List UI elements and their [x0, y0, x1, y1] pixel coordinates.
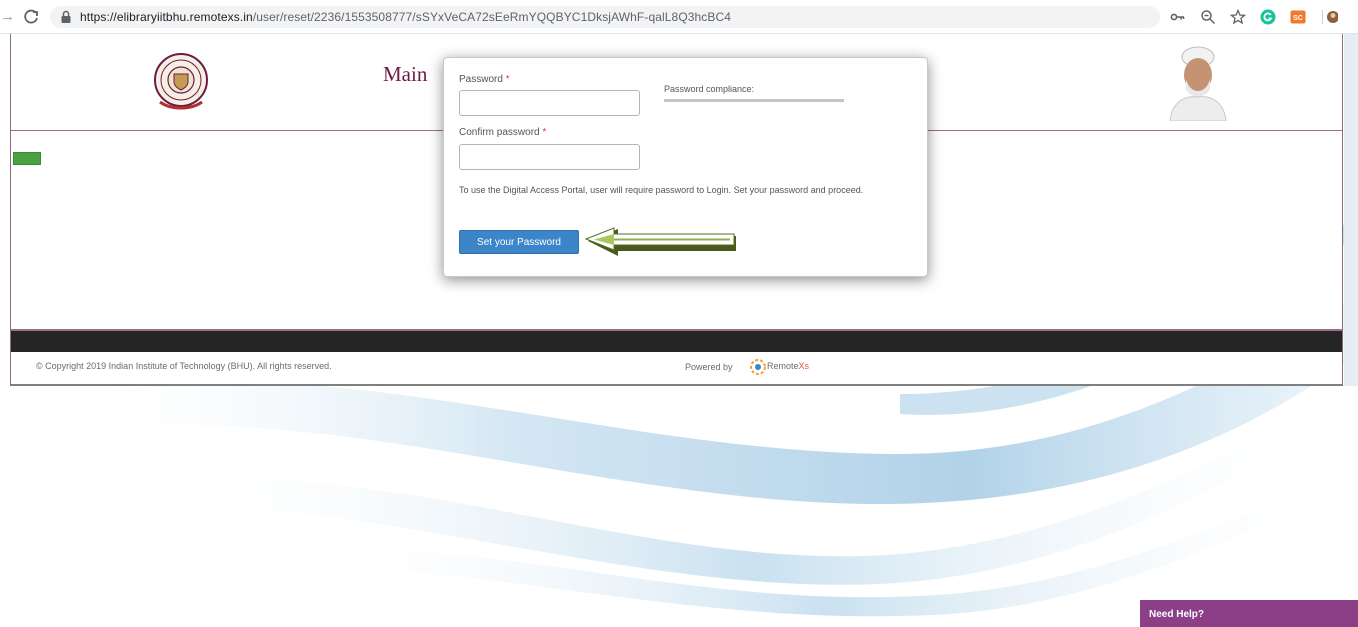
need-help-tab[interactable]: Need Help?	[1140, 600, 1358, 627]
url-host: https://elibraryiitbhu.remotexs.in	[80, 10, 253, 24]
lock-icon	[61, 10, 71, 23]
pointer-arrow	[584, 227, 736, 256]
confirm-password-input[interactable]	[459, 144, 640, 170]
founder-portrait	[1158, 39, 1238, 121]
header-title: Main	[383, 62, 428, 86]
menu-toggle-button[interactable]	[13, 152, 41, 165]
url-path: /user/reset/2236/1553508777/sSYxVeCA72sE…	[252, 10, 732, 24]
sc-badge: SC	[1293, 15, 1303, 22]
url-text: https://elibraryiitbhu.remotexs.in/user/…	[80, 10, 731, 24]
right-edge-panel	[1344, 34, 1358, 386]
star-icon[interactable]	[1230, 9, 1246, 25]
confirm-required-mark: *	[542, 127, 547, 138]
password-label-text: Password	[459, 74, 503, 85]
password-info-text: To use the Digital Access Portal, user w…	[459, 185, 864, 195]
confirm-password-label: Confirm password *	[459, 127, 546, 138]
zoom-icon[interactable]	[1200, 9, 1216, 25]
password-compliance-label: Password compliance:	[664, 84, 755, 94]
password-required-mark: *	[505, 74, 510, 85]
reset-password-dialog: Password * Password compliance: Confirm …	[443, 57, 928, 277]
copyright-text: © Copyright 2019 Indian Institute of Tec…	[36, 361, 332, 371]
powered-by-text: Powered by	[685, 362, 733, 372]
site-footer: © Copyright 2019 Indian Institute of Tec…	[11, 352, 1342, 386]
key-icon[interactable]	[1170, 9, 1186, 25]
remotexs-wordmark: RemoteXs	[767, 361, 809, 371]
password-label: Password *	[459, 74, 510, 85]
password-input[interactable]	[459, 90, 640, 116]
iit-bhu-logo	[154, 53, 208, 110]
password-strength-bar	[664, 99, 844, 102]
remotexs-ring-icon	[750, 359, 766, 375]
remotexs-logo[interactable]: RemoteXs	[749, 355, 815, 379]
confirm-password-label-text: Confirm password	[459, 127, 540, 138]
address-bar[interactable]: https://elibraryiitbhu.remotexs.in/user/…	[50, 6, 1160, 28]
remotexs-suffix: Xs	[798, 361, 810, 371]
set-password-button[interactable]: Set your Password	[459, 230, 579, 254]
sc-extension-icon[interactable]: SC	[1290, 9, 1306, 25]
remotexs-prefix: Remote	[767, 361, 799, 371]
footer-bar	[11, 329, 1342, 352]
profile-icon[interactable]	[1322, 9, 1338, 25]
browser-toolbar: → https://elibraryiitbhu.remotexs.in/use…	[0, 0, 1358, 34]
browser-extensions: SC	[1170, 8, 1338, 26]
forward-icon[interactable]: →	[0, 9, 15, 25]
reload-icon[interactable]	[22, 8, 40, 26]
grammarly-icon[interactable]	[1260, 9, 1276, 25]
